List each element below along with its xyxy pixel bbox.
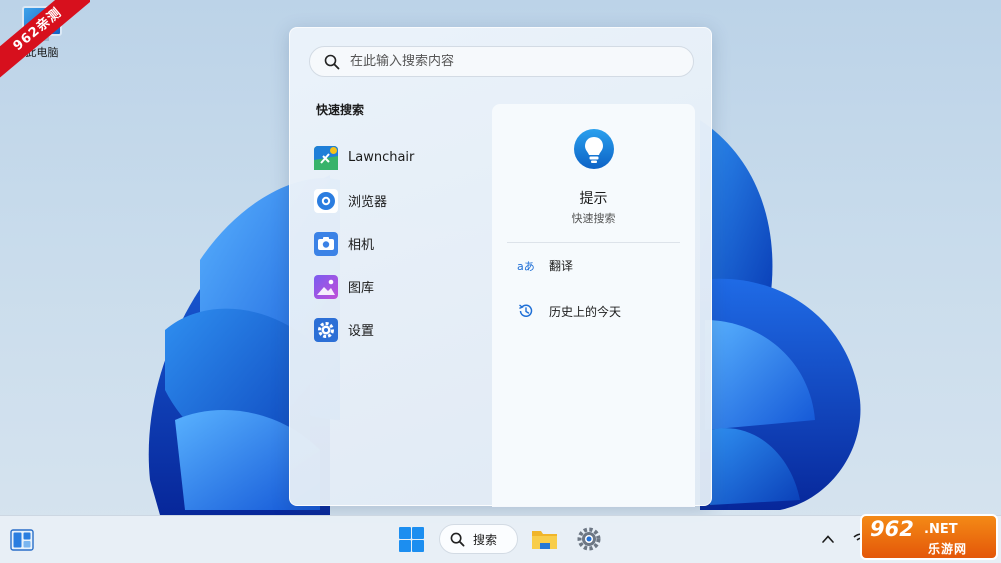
svg-text:aあ: aあ xyxy=(517,260,535,273)
site-watermark: 962 .NET 乐游网 xyxy=(860,514,998,560)
corner-watermark: 962亲测 xyxy=(0,0,90,90)
search-input[interactable] xyxy=(350,54,693,69)
app-item-camera[interactable]: 相机 xyxy=(314,222,484,265)
tip-card: 提示 快速搜索 aあ 翻译 历史上的今天 xyxy=(492,104,695,507)
app-item-gallery[interactable]: 图库 xyxy=(314,265,484,308)
option-label: 历史上的今天 xyxy=(549,304,622,319)
taskbar-search-button[interactable]: 搜索 xyxy=(439,524,518,554)
camera-icon xyxy=(314,231,338,256)
option-history-today[interactable]: 历史上的今天 xyxy=(517,302,621,320)
taskbar-search-label: 搜索 xyxy=(473,532,498,547)
gallery-icon xyxy=(314,274,338,299)
app-label: 设置 xyxy=(348,324,375,339)
search-icon xyxy=(324,54,340,69)
widgets-icon[interactable] xyxy=(10,529,34,551)
search-panel: 快速搜索 Lawnchair xyxy=(289,27,712,507)
search-icon xyxy=(450,532,465,546)
quick-search-app-list: Lawnchair 浏览器 相机 图库 设置 xyxy=(314,136,484,351)
app-label: 图库 xyxy=(348,281,375,296)
tip-subtitle: 快速搜索 xyxy=(571,212,616,225)
translate-icon: aあ xyxy=(517,260,535,273)
settings-icon xyxy=(314,317,338,342)
quick-search-title: 快速搜索 xyxy=(316,103,365,117)
browser-icon xyxy=(314,188,338,213)
option-translate[interactable]: aあ 翻译 xyxy=(517,257,573,274)
watermark-ribbon-text: 962亲测 xyxy=(0,0,90,85)
app-label: 相机 xyxy=(348,238,375,253)
option-label: 翻译 xyxy=(549,259,574,273)
divider xyxy=(507,242,680,243)
app-label: Lawnchair xyxy=(348,150,415,165)
taskbar: 搜索 xyxy=(0,515,1001,563)
search-box[interactable] xyxy=(309,46,694,77)
lightbulb-icon xyxy=(574,129,614,169)
settings-gear-icon[interactable] xyxy=(576,526,602,552)
app-item-lawnchair[interactable]: Lawnchair xyxy=(314,136,484,179)
tip-title: 提示 xyxy=(579,191,608,207)
watermark-site-name: 乐游网 xyxy=(928,542,968,556)
chevron-up-icon[interactable] xyxy=(820,531,836,547)
app-item-settings[interactable]: 设置 xyxy=(314,308,484,351)
file-explorer-icon[interactable] xyxy=(531,527,558,551)
windows-start-icon[interactable] xyxy=(399,527,424,552)
watermark-number: 962 xyxy=(870,517,914,541)
history-icon xyxy=(519,304,533,317)
watermark-net: .NET xyxy=(924,522,958,537)
app-item-browser[interactable]: 浏览器 xyxy=(314,179,484,222)
app-label: 浏览器 xyxy=(348,195,388,210)
lawnchair-icon xyxy=(314,145,338,170)
